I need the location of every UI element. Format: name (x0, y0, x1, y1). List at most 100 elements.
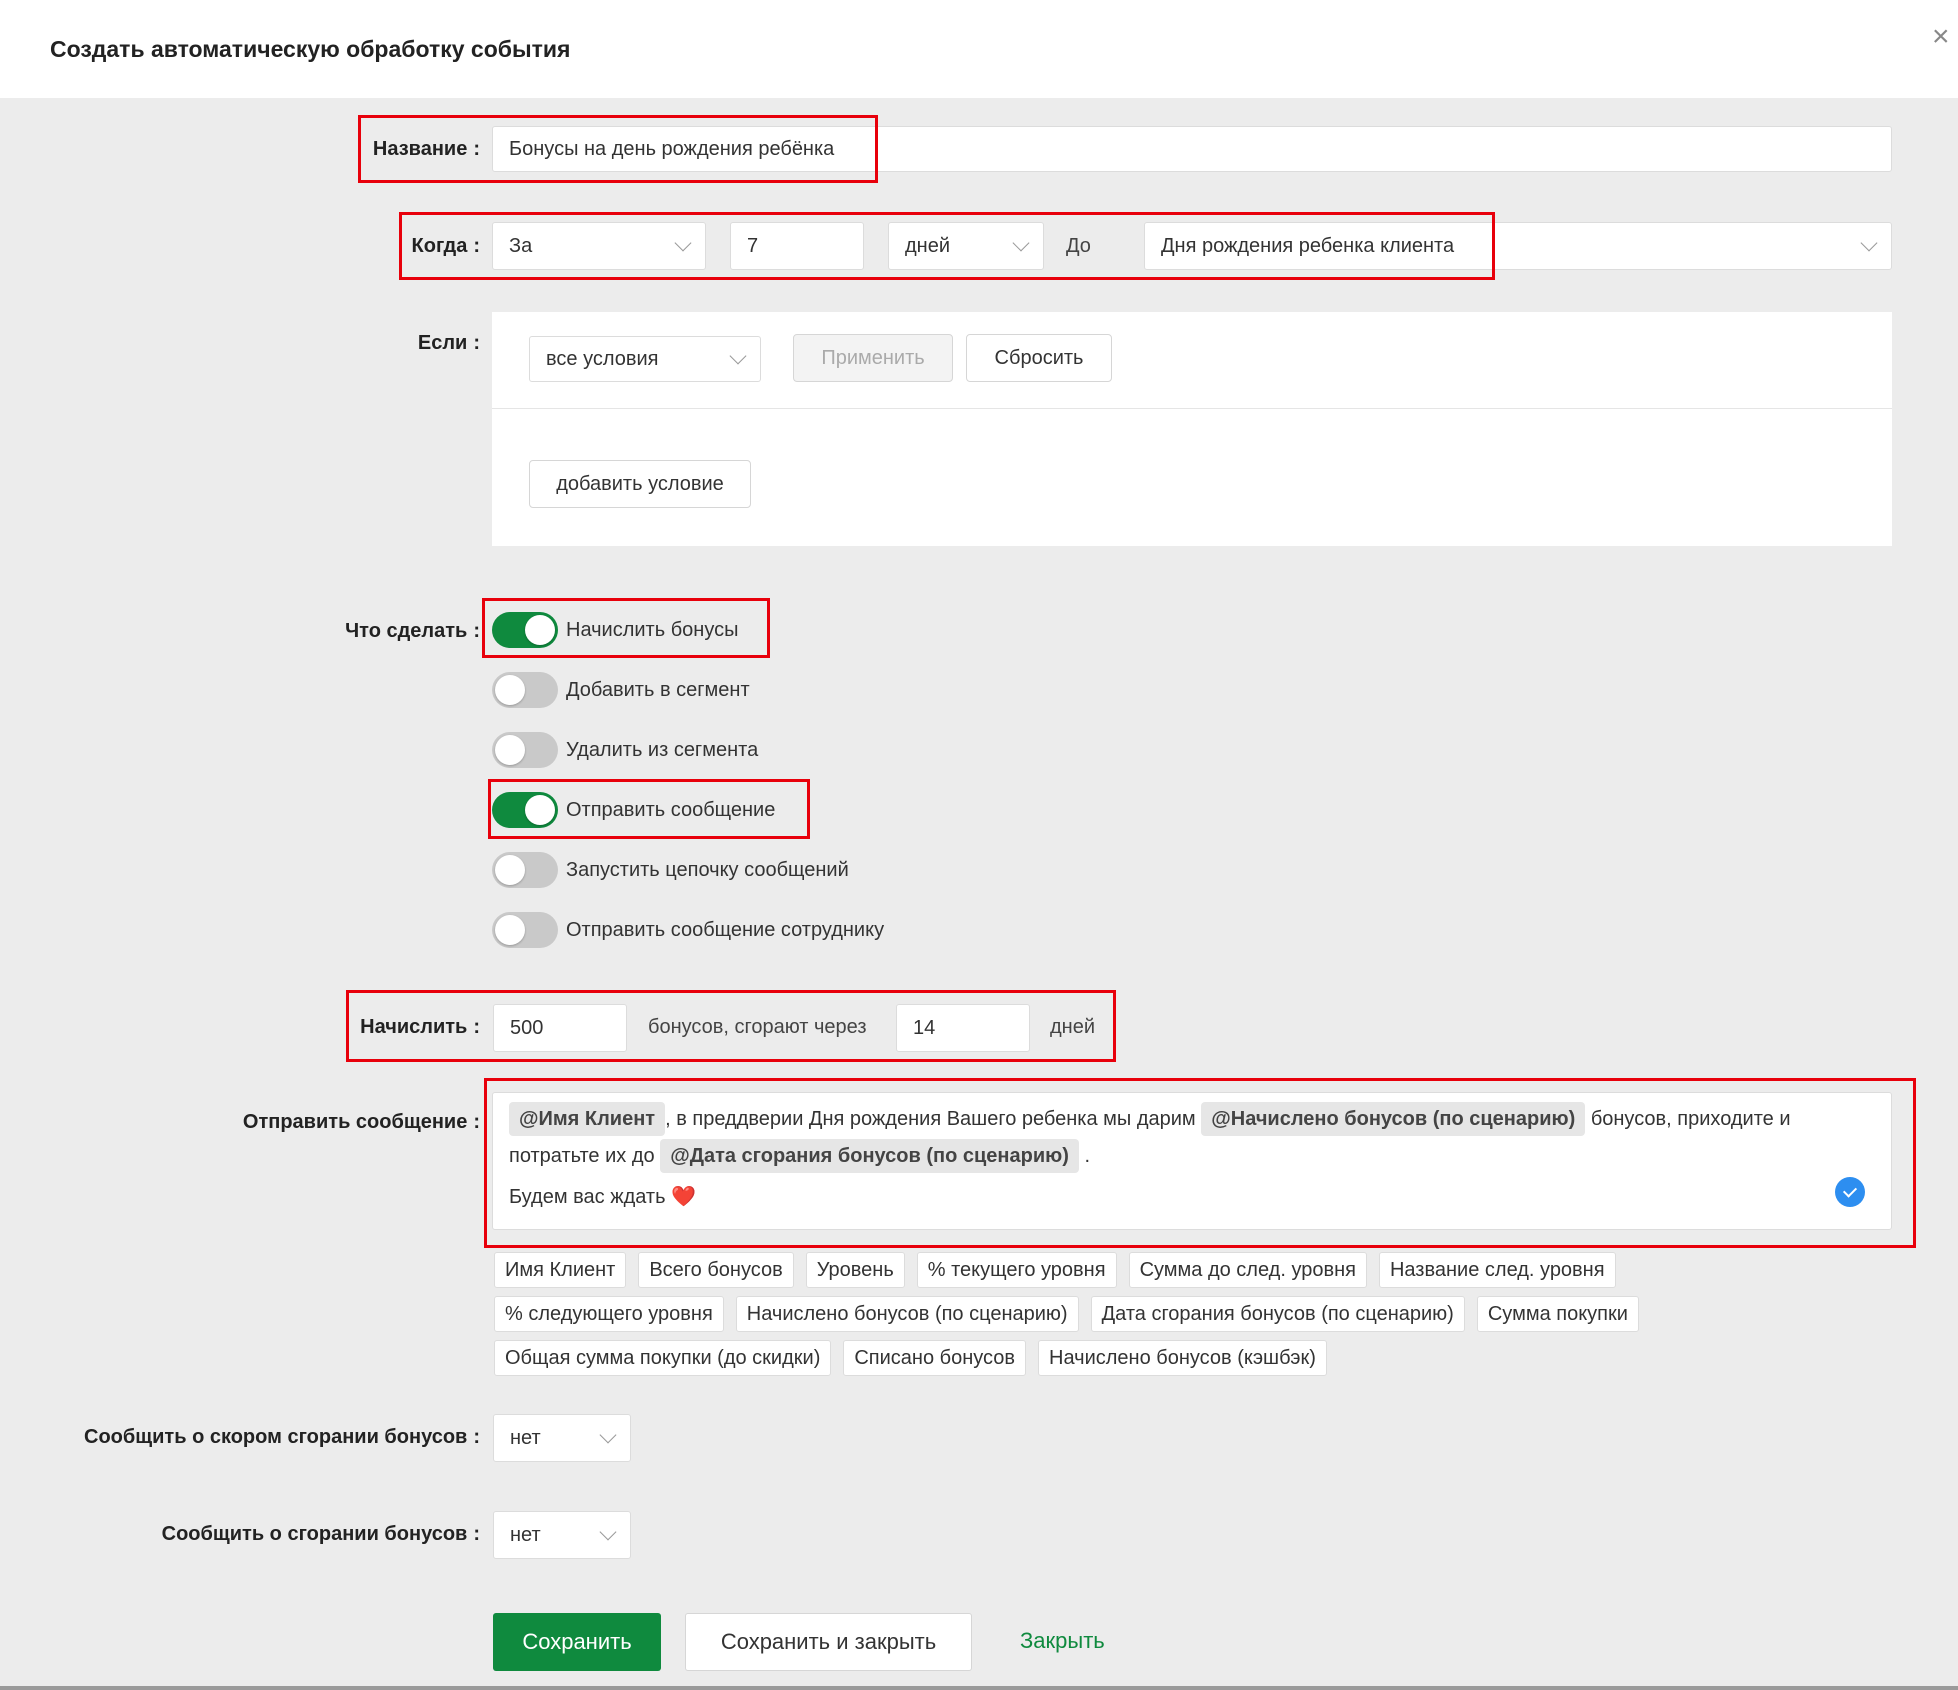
action-row-remove-from-segment[interactable]: Удалить из сегмента (492, 730, 758, 770)
chevron-down-icon (599, 1426, 617, 1444)
variable-tag[interactable]: Списано бонусов (843, 1340, 1027, 1376)
message-line-1: @Имя Клиент, в преддверии Дня рождения В… (509, 1101, 1875, 1175)
action-label: Отправить сообщение (566, 798, 776, 821)
check-icon[interactable] (1835, 1177, 1865, 1207)
when-relation-text: До (1066, 235, 1091, 257)
chevron-down-icon (1012, 234, 1030, 252)
toggle-switch[interactable] (492, 852, 558, 888)
notify-soon-label-text: Сообщить о скором сгорании бонусов (84, 1426, 468, 1448)
message-label-text: Отправить сообщение (242, 1111, 468, 1133)
variable-tag[interactable]: Начислено бонусов (по сценарию) (735, 1296, 1079, 1332)
name-input[interactable]: Бонусы на день рождения ребёнка (492, 126, 1892, 172)
when-label-text: Когда (411, 235, 468, 257)
variable-tag[interactable]: Сумма покупки (1476, 1296, 1639, 1332)
form-body: Название: Бонусы на день рождения ребёнк… (0, 98, 1958, 1690)
tag-row-1: Имя Клиент Всего бонусов Уровень % текущ… (494, 1252, 1914, 1288)
action-row-add-to-segment[interactable]: Добавить в сегмент (492, 670, 750, 710)
variable-tag[interactable]: Общая сумма покупки (до скидки) (494, 1340, 832, 1376)
message-line-2-text: Будем вас ждать (509, 1186, 666, 1208)
message-text-1: , в преддверии Дня рождения Вашего ребен… (665, 1108, 1196, 1130)
chevron-down-icon (674, 234, 692, 252)
variable-tag[interactable]: Начислено бонусов (кэшбэк) (1038, 1340, 1327, 1376)
name-label: Название: (372, 138, 480, 160)
action-label: Запустить цепочку сообщений (566, 858, 849, 881)
action-row-send-message[interactable]: Отправить сообщение (492, 790, 775, 830)
message-line-2: Будем вас ждать ❤️ (509, 1179, 1875, 1216)
if-label: Если: (417, 332, 480, 354)
toggle-switch[interactable] (492, 672, 558, 708)
notify-soon-value: нет (510, 1426, 541, 1449)
when-event-value: Дня рождения ребенка клиента (1161, 234, 1455, 257)
message-label: Отправить сообщение: (242, 1111, 480, 1133)
chevron-down-icon (729, 347, 747, 365)
variable-tag[interactable]: % следующего уровня (494, 1296, 724, 1332)
add-condition-button[interactable]: добавить условие (529, 460, 751, 508)
toggle-knob (525, 795, 555, 825)
toggle-switch[interactable] (492, 792, 558, 828)
variable-tag[interactable]: Уровень (805, 1252, 905, 1288)
message-text-3: . (1084, 1145, 1090, 1167)
when-direction-select[interactable]: За (492, 222, 706, 270)
chevron-down-icon (1860, 234, 1878, 252)
apply-button[interactable]: Применить (793, 334, 953, 382)
variable-tag[interactable]: Название след. уровня (1378, 1252, 1616, 1288)
close-icon[interactable]: × (1932, 20, 1958, 54)
accrue-days-input[interactable]: 14 (896, 1004, 1030, 1052)
variable-chip-client[interactable]: @Имя Клиент (509, 1102, 666, 1136)
tag-row-3: Общая сумма покупки (до скидки) Списано … (494, 1340, 1914, 1376)
toggle-switch[interactable] (492, 912, 558, 948)
conditions-divider (492, 408, 1892, 409)
variable-chip-accrued[interactable]: @Начислено бонусов (по сценарию) (1201, 1102, 1586, 1136)
accrue-amount-input[interactable]: 500 (493, 1004, 627, 1052)
close-link[interactable]: Закрыть (1020, 1628, 1105, 1654)
notify-expired-value: нет (510, 1523, 541, 1546)
modal-header: Создать автоматическую обработку события… (0, 0, 1958, 98)
variable-tag[interactable]: Имя Клиент (494, 1252, 627, 1288)
action-label: Отправить сообщение сотруднику (566, 918, 885, 941)
variable-tag[interactable]: % текущего уровня (916, 1252, 1117, 1288)
chevron-down-icon (599, 1523, 617, 1541)
toggle-knob (525, 615, 555, 645)
when-unit-select[interactable]: дней (888, 222, 1044, 270)
variable-tag[interactable]: Дата сгорания бонусов (по сценарию) (1090, 1296, 1465, 1332)
notify-expired-label-text: Сообщить о сгорании бонусов (161, 1523, 468, 1545)
notify-soon-label: Сообщить о скором сгорании бонусов: (84, 1426, 480, 1448)
toggle-switch[interactable] (492, 612, 558, 648)
when-event-select[interactable]: Дня рождения ребенка клиента (1144, 222, 1892, 270)
reset-button[interactable]: Сбросить (966, 334, 1112, 382)
tag-row-2: % следующего уровня Начислено бонусов (п… (494, 1296, 1914, 1332)
notify-soon-select[interactable]: нет (493, 1414, 631, 1462)
action-row-message-employee[interactable]: Отправить сообщение сотруднику (492, 910, 884, 950)
save-button[interactable]: Сохранить (493, 1613, 661, 1671)
toggle-switch[interactable] (492, 732, 558, 768)
accrue-middle-text: бонусов, сгорают через (648, 1016, 867, 1038)
when-label: Когда: (411, 235, 480, 257)
message-editor[interactable]: @Имя Клиент, в преддверии Дня рождения В… (492, 1092, 1892, 1230)
actions-label-text: Что сделать (345, 620, 468, 642)
action-label: Удалить из сегмента (566, 738, 759, 761)
variable-tags: Имя Клиент Всего бонусов Уровень % текущ… (494, 1252, 1914, 1384)
action-row-start-chain[interactable]: Запустить цепочку сообщений (492, 850, 849, 890)
toggle-knob (495, 675, 525, 705)
modal-title: Создать автоматическую обработку события (50, 36, 571, 62)
heart-icon: ❤️ (671, 1186, 696, 1208)
action-row-accrue-bonuses[interactable]: Начислить бонусы (492, 610, 738, 650)
variable-tag[interactable]: Сумма до след. уровня (1128, 1252, 1367, 1288)
conditions-panel: все условия Применить Сбросить добавить … (492, 312, 1892, 546)
condition-mode-select[interactable]: все условия (529, 336, 761, 382)
save-and-close-button[interactable]: Сохранить и закрыть (685, 1613, 972, 1671)
toggle-knob (495, 915, 525, 945)
notify-expired-select[interactable]: нет (493, 1511, 631, 1559)
action-label: Добавить в сегмент (566, 678, 750, 701)
bottom-divider (0, 1686, 1958, 1690)
action-label: Начислить бонусы (566, 618, 739, 641)
toggle-knob (495, 735, 525, 765)
if-label-text: Если (417, 332, 468, 354)
when-amount-input[interactable]: 7 (730, 222, 864, 270)
condition-mode-value: все условия (546, 347, 659, 370)
accrue-label-text: Начислить (360, 1016, 468, 1038)
name-label-text: Название (372, 138, 468, 160)
variable-chip-expiry[interactable]: @Дата сгорания бонусов (по сценарию) (660, 1139, 1079, 1173)
variable-tag[interactable]: Всего бонусов (638, 1252, 794, 1288)
when-direction-value: За (509, 234, 533, 257)
